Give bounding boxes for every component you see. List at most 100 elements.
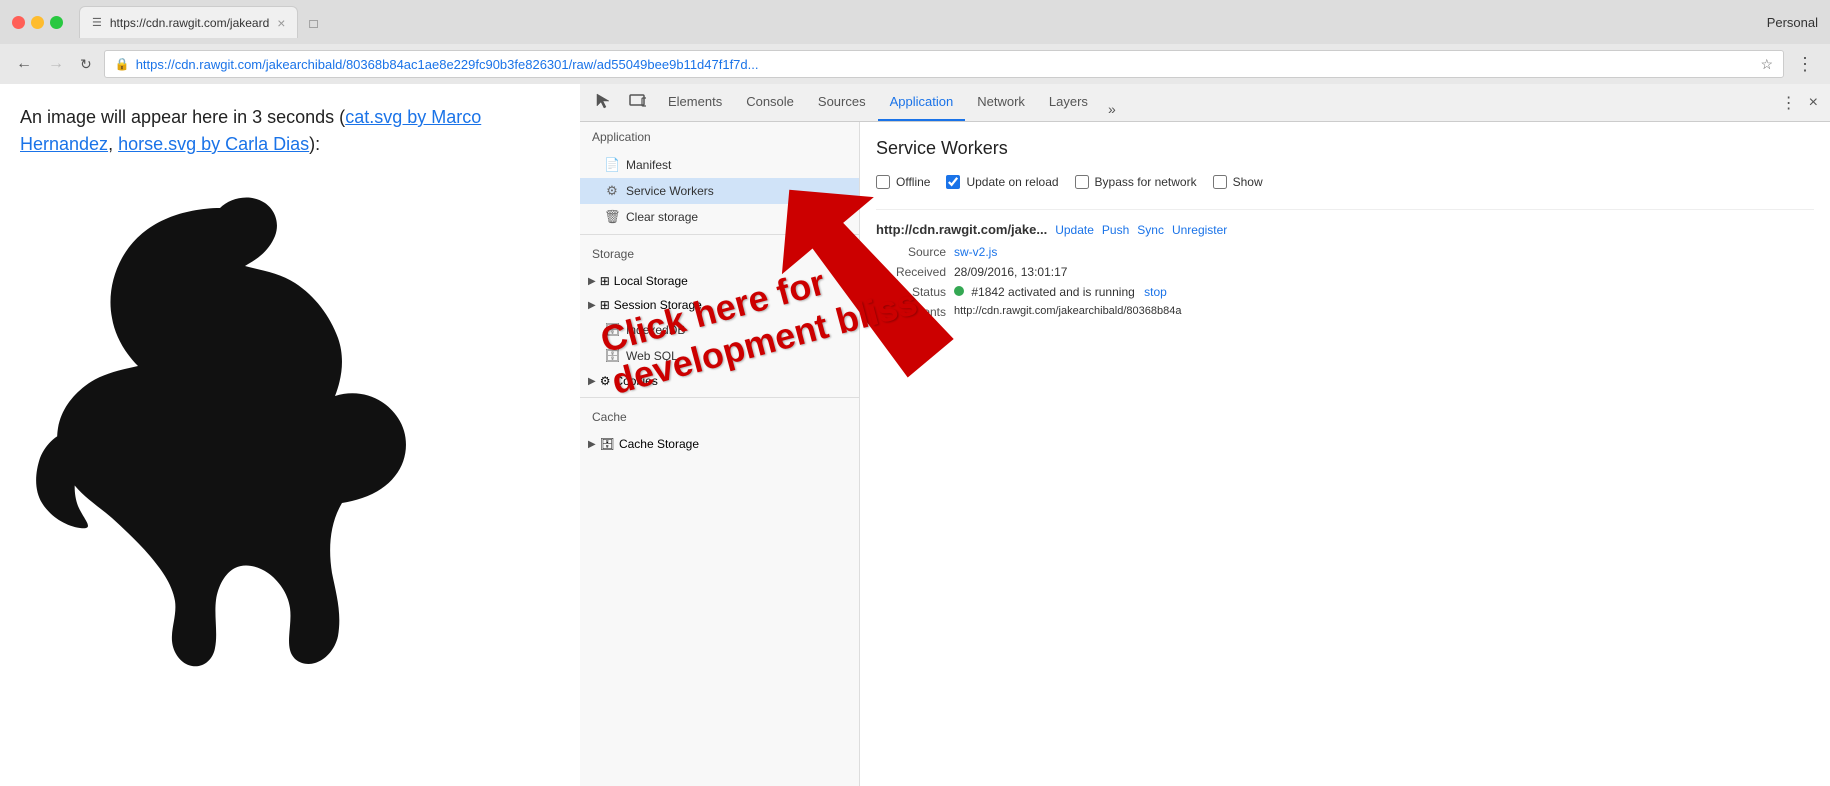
source-label: Source: [876, 245, 946, 259]
tab-application[interactable]: Application: [878, 84, 966, 121]
inspect-element-button[interactable]: [588, 87, 618, 118]
expand-arrow-icon: ▶: [588, 376, 596, 387]
sw-source-link[interactable]: sw-v2.js: [954, 245, 997, 259]
sidebar-item-web-sql[interactable]: 🗄 Web SQL: [580, 343, 859, 369]
tab-url-label: https://cdn.rawgit.com/jakeard: [110, 16, 269, 30]
browser-tab[interactable]: ☰ https://cdn.rawgit.com/jakeard ×: [79, 6, 298, 38]
more-tabs-button[interactable]: »: [1100, 97, 1124, 121]
devtools-toolbar: Elements Console Sources Application Net…: [580, 84, 1830, 122]
bookmark-icon[interactable]: ☆: [1760, 56, 1773, 73]
sync-link[interactable]: Sync: [1137, 223, 1164, 237]
application-section-header: Application: [580, 122, 859, 152]
bypass-network-control: Bypass for network: [1075, 175, 1197, 189]
text-after: ):: [309, 134, 320, 154]
sidebar-item-local-storage[interactable]: ▶ ⊞ Local Storage: [580, 269, 859, 293]
title-bar: ☰ https://cdn.rawgit.com/jakeard × □ Per…: [0, 0, 1830, 44]
devtools-controls: ⋮ ×: [1777, 89, 1822, 117]
traffic-lights: [12, 16, 63, 29]
show-checkbox[interactable]: [1213, 175, 1227, 189]
cookies-icon: ⚙: [600, 374, 611, 388]
status-label: Status: [876, 285, 946, 299]
clear-storage-icon: 🗑: [604, 209, 620, 225]
sidebar-item-service-workers[interactable]: ⚙ Service Workers: [580, 178, 859, 204]
tab-network[interactable]: Network: [965, 84, 1037, 121]
sidebar-item-cache-storage[interactable]: ▶ 🗄 Cache Storage: [580, 432, 859, 456]
browser-chrome: ☰ https://cdn.rawgit.com/jakeard × □ Per…: [0, 0, 1830, 84]
page-description: An image will appear here in 3 seconds (…: [20, 104, 560, 158]
devtools-settings-button[interactable]: ⋮: [1777, 89, 1801, 117]
close-button[interactable]: [12, 16, 25, 29]
forward-button[interactable]: →: [44, 51, 68, 77]
tab-console[interactable]: Console: [734, 84, 806, 121]
sw-status-value: #1842 activated and is running stop: [954, 285, 1167, 299]
maximize-button[interactable]: [50, 16, 63, 29]
text-before: An image will appear here in 3 seconds (: [20, 107, 345, 127]
expand-arrow-icon: ▶: [588, 300, 596, 311]
unregister-link[interactable]: Unregister: [1172, 223, 1227, 237]
sidebar-item-clear-storage[interactable]: 🗑 Clear storage: [580, 204, 859, 230]
chrome-menu-button[interactable]: ⋮: [1792, 50, 1818, 79]
sw-controls: Offline Update on reload Bypass for netw…: [876, 175, 1814, 189]
push-link[interactable]: Push: [1102, 223, 1129, 237]
local-storage-icon: ⊞: [600, 274, 610, 288]
cache-storage-icon: 🗄: [600, 437, 615, 451]
bypass-network-label: Bypass for network: [1095, 175, 1197, 189]
reload-button[interactable]: ↻: [76, 52, 96, 77]
show-label: Show: [1233, 175, 1263, 189]
account-label: Personal: [1767, 15, 1818, 30]
lock-icon: 🔒: [115, 57, 130, 71]
back-button[interactable]: ←: [12, 51, 36, 77]
sidebar-item-manifest[interactable]: 📄 Manifest: [580, 152, 859, 178]
manifest-icon: 📄: [604, 157, 620, 173]
cache-section-header: Cache: [580, 402, 859, 432]
devtools-panel: Click here for development bliss Element…: [580, 84, 1830, 786]
devtools-tabs: Elements Console Sources Application Net…: [656, 84, 1765, 121]
bypass-network-checkbox[interactable]: [1075, 175, 1089, 189]
stop-link[interactable]: stop: [1144, 285, 1167, 299]
sw-url-row: http://cdn.rawgit.com/jake... Update Pus…: [876, 222, 1814, 237]
offline-checkbox[interactable]: [876, 175, 890, 189]
address-bar: ← → ↻ 🔒 https://cdn.rawgit.com/jakearchi…: [0, 44, 1830, 84]
update-on-reload-control: Update on reload: [946, 175, 1058, 189]
expand-arrow-icon: ▶: [588, 276, 596, 287]
tab-close-icon[interactable]: ×: [277, 15, 285, 31]
indexeddb-icon: 🗄: [604, 322, 620, 338]
main-layout: An image will appear here in 3 seconds (…: [0, 84, 1830, 786]
device-toolbar-button[interactable]: [622, 87, 652, 118]
service-workers-icon: ⚙: [604, 183, 620, 199]
sidebar-item-session-storage[interactable]: ▶ ⊞ Session Storage: [580, 293, 859, 317]
devtools-sidebar: Application 📄 Manifest ⚙ Service Workers…: [580, 122, 860, 786]
devtools-close-button[interactable]: ×: [1805, 90, 1822, 116]
sidebar-divider-2: [580, 397, 859, 398]
horse-svg-link[interactable]: horse.svg by Carla Dias: [118, 134, 309, 154]
expand-arrow-icon: ▶: [588, 439, 596, 450]
page-content: An image will appear here in 3 seconds (…: [0, 84, 580, 786]
new-tab-button[interactable]: □: [298, 8, 328, 38]
received-label: Received: [876, 265, 946, 279]
tab-elements[interactable]: Elements: [656, 84, 734, 121]
sidebar-divider: [580, 234, 859, 235]
sw-clients-row: Clients http://cdn.rawgit.com/jakearchib…: [876, 305, 1814, 319]
sidebar-item-indexeddb[interactable]: 🗄 IndexedDB: [580, 317, 859, 343]
storage-section-header: Storage: [580, 239, 859, 269]
received-value: 28/09/2016, 13:01:17: [954, 265, 1067, 279]
status-dot: [954, 286, 964, 296]
horse-image: [20, 178, 500, 678]
update-on-reload-checkbox[interactable]: [946, 175, 960, 189]
tab-page-icon: ☰: [92, 16, 102, 29]
sw-status-row: Status #1842 activated and is running st…: [876, 285, 1814, 299]
url-text: https://cdn.rawgit.com/jakearchibald/803…: [136, 57, 1751, 72]
clients-value: http://cdn.rawgit.com/jakearchibald/8036…: [954, 305, 1181, 317]
sidebar-item-cookies[interactable]: ▶ ⚙ Cookies: [580, 369, 859, 393]
clients-label: Clients: [876, 305, 946, 319]
update-link[interactable]: Update: [1055, 223, 1094, 237]
url-bar[interactable]: 🔒 https://cdn.rawgit.com/jakearchibald/8…: [104, 50, 1784, 78]
devtools-main-panel: Service Workers Offline Update on reload…: [860, 122, 1830, 786]
offline-control: Offline: [876, 175, 930, 189]
tab-sources[interactable]: Sources: [806, 84, 878, 121]
minimize-button[interactable]: [31, 16, 44, 29]
tab-layers[interactable]: Layers: [1037, 84, 1100, 121]
show-control: Show: [1213, 175, 1263, 189]
offline-label: Offline: [896, 175, 930, 189]
sw-url-text: http://cdn.rawgit.com/jake...: [876, 222, 1047, 237]
